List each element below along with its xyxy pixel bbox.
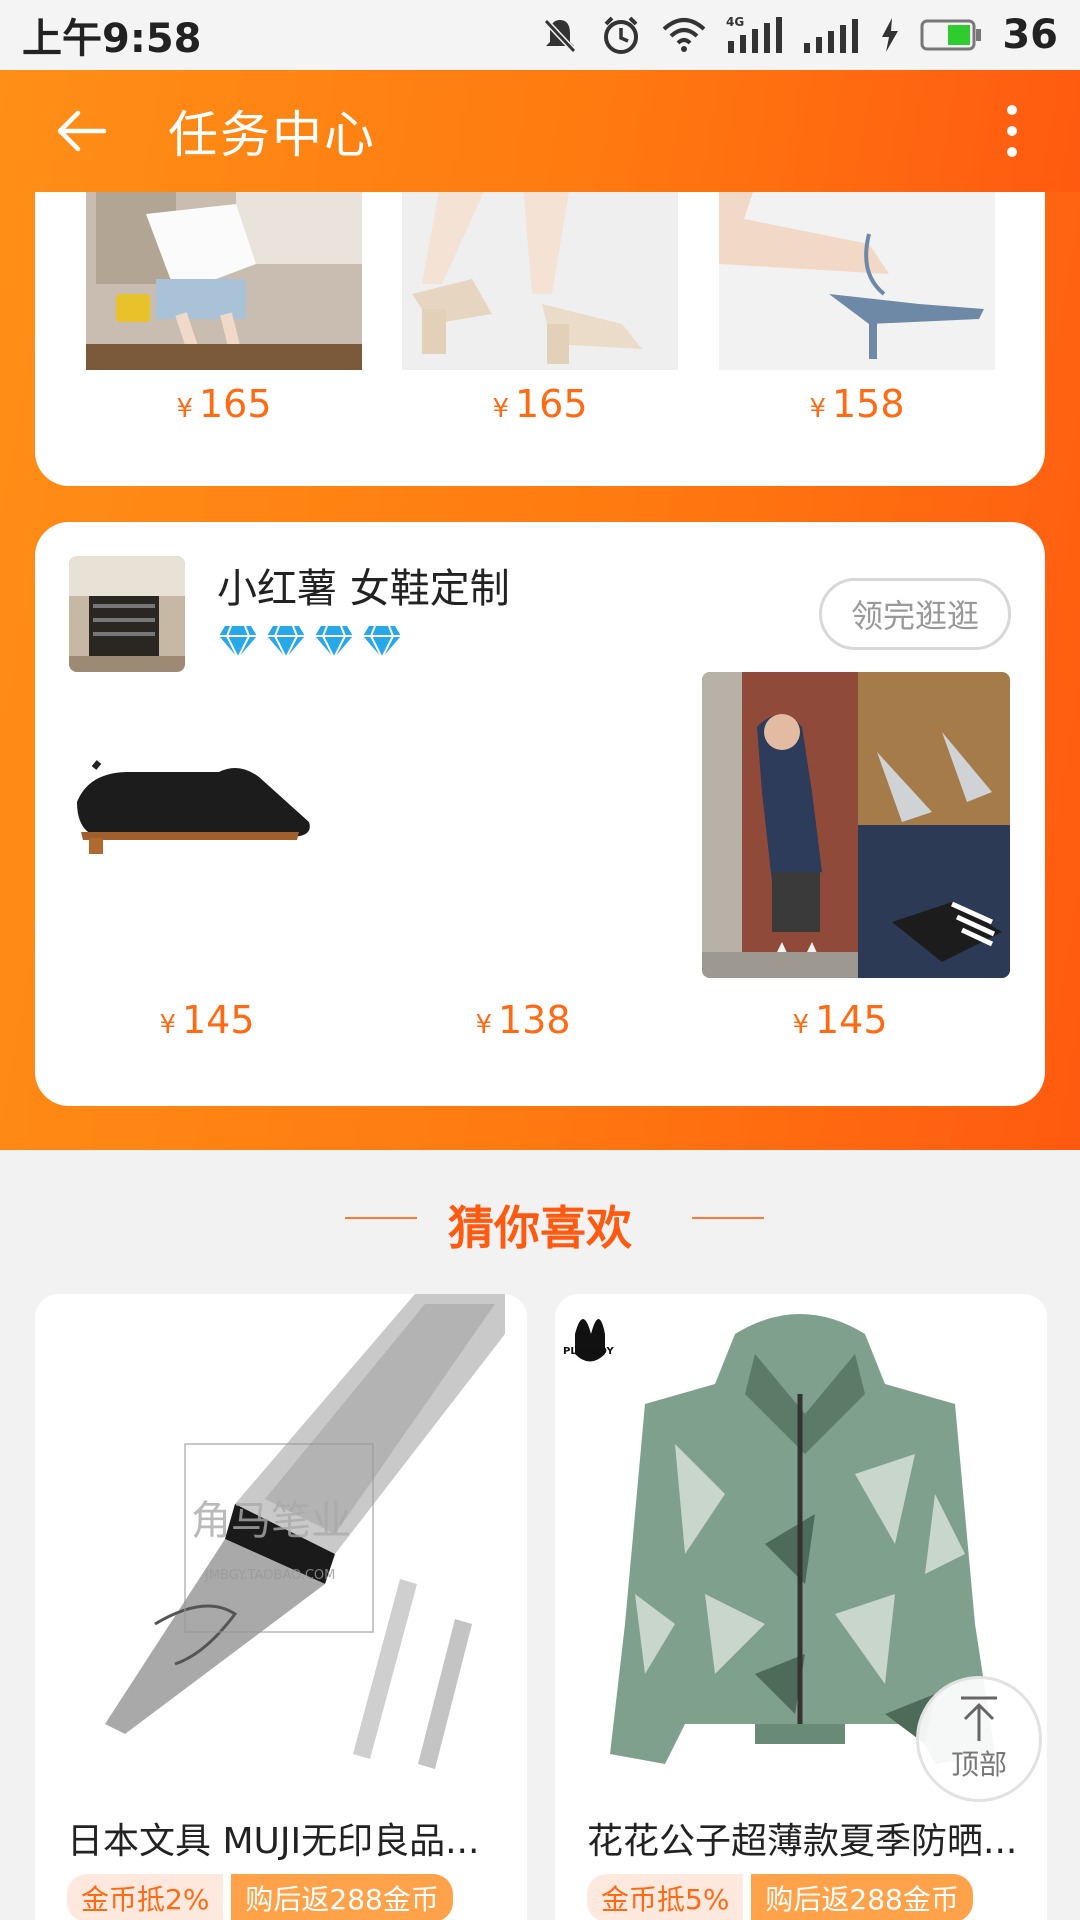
watermark-text: 角马笔业 [191,1498,351,1544]
brand-label: PLAYBOY [563,1346,614,1357]
visit-shop-button[interactable]: 领完逛逛 [819,578,1011,650]
wifi-icon [662,18,706,52]
product-price: ¥138 [475,998,571,1042]
diamond-icon [315,625,353,660]
signal-icon [804,19,859,53]
recommend-card[interactable]: PLAYBOY 花花公子超薄款夏季防晒... 金币抵5% 购后返288金币 [555,1294,1047,1920]
svg-text:4G: 4G [726,15,744,29]
product-image: 角马笔业 JMBGY.TAOBAO.COM [35,1294,527,1778]
product-tags: 金币抵5% 购后返288金币 [587,1874,973,1920]
recommend-card[interactable]: 角马笔业 JMBGY.TAOBAO.COM 日本文具 MUJI无印良品... 金… [35,1294,527,1920]
shop-logo[interactable] [69,556,185,672]
mute-bell-icon [544,18,577,54]
diamond-icon [219,625,257,660]
coin-discount-tag: 金币抵5% [587,1874,744,1920]
status-icons: 4G 36 [540,12,1058,58]
product-price: ¥145 [159,998,255,1042]
product-price: ¥165 [176,382,272,426]
task-panel: 任务中心 ¥ 165 ¥ 165 ¥ 158 小红薯 女鞋定制 领完逛逛 ¥ 1… [0,70,1080,1150]
product-price: ¥165 [492,382,588,426]
product-item[interactable] [402,174,678,370]
more-vertical-icon [1007,105,1017,115]
shop-rating [217,624,403,660]
product-image [702,672,1010,978]
product-image [402,174,678,370]
diamond-icon [267,625,305,660]
coin-reward-tag: 购后返288金币 [231,1874,453,1920]
product-title: 花花公子超薄款夏季防晒... [587,1821,1018,1862]
battery-icon [920,19,982,51]
alarm-icon [604,16,639,54]
product-item[interactable] [719,174,995,370]
product-image [69,672,345,978]
product-title: 日本文具 MUJI无印良品... [67,1821,480,1862]
product-image [86,174,362,370]
shop-card-2: 小红薯 女鞋定制 领完逛逛 ¥ 145 ¥ 138 ¥ 145 [35,522,1045,1106]
status-time: 上午9:58 [22,16,202,62]
product-price: ¥145 [792,998,888,1042]
page-title: 任务中心 [168,106,376,164]
product-price: ¥158 [809,382,905,426]
product-tags: 金币抵2% 购后返288金币 [67,1874,453,1920]
product-image [385,672,661,978]
status-bar: 上午9:58 4G 36 [0,0,1080,70]
app-header: 任务中心 [0,70,1080,192]
watermark-sub: JMBGY.TAOBAO.COM [204,1568,335,1583]
back-button[interactable] [22,70,142,192]
battery-level: 36 [1002,12,1058,58]
back-to-top-label: 顶部 [950,1748,1007,1781]
product-item[interactable] [385,672,661,978]
more-button[interactable] [982,70,1042,192]
product-item[interactable] [702,672,1010,978]
arrow-left-icon [57,110,107,152]
shop-name[interactable]: 小红薯 女鞋定制 [217,556,510,614]
product-item[interactable] [69,672,345,978]
charging-icon [882,18,899,52]
coin-reward-tag: 购后返288金币 [751,1874,973,1920]
product-item[interactable] [86,174,362,370]
arrow-up-icon [961,1696,997,1741]
section-title: 猜你喜欢 [448,1201,632,1255]
back-to-top-button[interactable]: 顶部 [916,1676,1042,1802]
divider-right [692,1217,764,1219]
coin-discount-tag: 金币抵2% [67,1874,224,1920]
signal-4g-icon: 4G [726,15,783,53]
diamond-icon [363,625,401,660]
product-image [719,174,995,370]
